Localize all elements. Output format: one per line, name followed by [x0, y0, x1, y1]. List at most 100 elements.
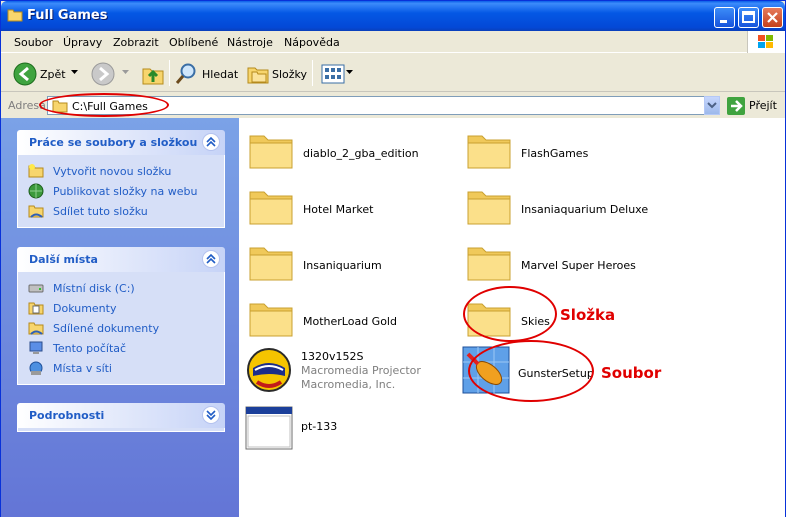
annotation-ring-file — [468, 340, 594, 402]
search-button[interactable]: Hledat — [173, 54, 239, 92]
views-icon — [321, 64, 345, 84]
menu-soubor[interactable]: Soubor — [14, 36, 53, 49]
file-name: Insaniaquarium Deluxe — [521, 203, 649, 216]
task-new-folder[interactable]: Vytvořit novou složku — [18, 161, 224, 181]
address-dropdown-button[interactable] — [704, 96, 720, 115]
task-publish-web[interactable]: Publikovat složky na webu — [18, 181, 224, 201]
place-documents[interactable]: Dokumenty — [18, 298, 224, 318]
folder-item[interactable]: Insaniaquarium Deluxe — [465, 182, 685, 238]
annotation-ring-address — [39, 93, 169, 117]
menu-bar: Soubor Úpravy Zobrazit Oblíbené Nástroje… — [1, 31, 785, 53]
place-network-label: Místa v síti — [53, 362, 112, 375]
task-share-folder[interactable]: Sdílet tuto složku — [18, 201, 224, 221]
folder-icon — [7, 9, 23, 22]
file-tasks-title: Práce se soubory a složkou — [29, 136, 198, 149]
back-label: Zpět — [40, 68, 66, 81]
place-my-computer[interactable]: Tento počítač — [18, 338, 224, 358]
folder-icon — [467, 247, 511, 281]
folder-icon — [467, 135, 511, 169]
folder-up-icon — [142, 68, 164, 85]
place-shared-documents[interactable]: Sdílené dokumenty — [18, 318, 224, 338]
task-new-folder-label: Vytvořit novou složku — [53, 165, 172, 178]
folder-item[interactable]: diablo_2_gba_edition — [247, 126, 467, 182]
up-folder-button[interactable] — [139, 54, 165, 92]
documents-folder-icon — [28, 302, 44, 315]
file-item[interactable]: 1320v152S Macromedia Projector Macromedi… — [245, 346, 465, 402]
folder-icon — [249, 135, 293, 169]
go-arrow-icon — [727, 97, 745, 115]
file-name: Insaniquarium — [303, 259, 382, 272]
other-places-header[interactable]: Další místa — [17, 247, 225, 272]
new-folder-icon — [28, 164, 44, 178]
folder-item[interactable]: Hotel Market — [247, 182, 467, 238]
forward-button[interactable] — [87, 54, 133, 92]
folders-label: Složky — [272, 68, 308, 81]
minimize-icon — [720, 20, 727, 23]
search-label: Hledat — [202, 68, 239, 81]
maximize-button[interactable] — [738, 7, 759, 28]
chevron-down-icon[interactable] — [122, 70, 130, 76]
task-publish-web-label: Publikovat složky na webu — [53, 185, 198, 198]
task-pane: Práce se soubory a složkou Vytvořit novo… — [1, 118, 239, 517]
annotation-folder-label: Složka — [560, 306, 616, 324]
menu-upravy[interactable]: Úpravy — [63, 36, 102, 49]
menu-napoveda[interactable]: Nápověda — [284, 36, 340, 49]
place-network[interactable]: Místa v síti — [18, 358, 224, 378]
minimize-button[interactable] — [714, 7, 735, 28]
file-item[interactable]: pt-133 — [245, 406, 465, 462]
expand-button[interactable] — [202, 406, 220, 424]
file-tasks-panel: Práce se soubory a složkou Vytvořit novo… — [17, 130, 225, 228]
folder-icon — [249, 191, 293, 225]
back-button[interactable]: Zpět — [9, 54, 84, 92]
place-local-disk[interactable]: Místní disk (C:) — [18, 278, 224, 298]
collapse-button[interactable] — [202, 133, 220, 151]
globe-icon — [28, 183, 44, 199]
collapse-button[interactable] — [202, 250, 220, 268]
forward-arrow-icon — [91, 62, 115, 86]
file-tasks-header[interactable]: Práce se soubory a složkou — [17, 130, 225, 155]
close-button[interactable] — [762, 7, 783, 28]
helmet-app-icon — [247, 348, 291, 392]
chevron-down-icon[interactable] — [71, 70, 79, 76]
file-type: Macromedia Projector — [301, 364, 421, 377]
folder-item[interactable]: Marvel Super Heroes — [465, 238, 685, 294]
details-panel: Podrobnosti — [17, 403, 225, 432]
file-name: pt-133 — [301, 420, 338, 433]
other-places-title: Další místa — [29, 253, 98, 266]
menu-zobrazit[interactable]: Zobrazit — [113, 36, 159, 49]
file-name: Marvel Super Heroes — [521, 259, 636, 272]
chevron-down-icon — [707, 102, 717, 109]
details-body — [17, 428, 225, 432]
toolbar: Zpět Hledat Složky — [1, 54, 785, 92]
hard-drive-icon — [28, 284, 44, 293]
menu-oblibene[interactable]: Oblíbené — [169, 36, 218, 49]
back-arrow-icon — [13, 62, 37, 86]
menu-nastroje[interactable]: Nástroje — [227, 36, 273, 49]
file-name: 1320v152S — [301, 350, 364, 363]
shared-folder-icon — [28, 322, 44, 335]
folder-item[interactable]: Insaniquarium — [247, 238, 467, 294]
annotation-ring-folder — [463, 286, 557, 342]
folder-item[interactable]: MotherLoad Gold — [247, 294, 467, 350]
details-header[interactable]: Podrobnosti — [17, 403, 225, 428]
go-button[interactable]: Přejít — [725, 96, 785, 115]
views-button[interactable] — [319, 54, 355, 92]
folders-icon — [247, 67, 269, 84]
title-bar[interactable]: Full Games — [1, 1, 785, 31]
file-name: diablo_2_gba_edition — [303, 147, 419, 160]
window-title: Full Games — [27, 8, 108, 23]
windows-flag-icon — [758, 35, 773, 48]
file-list: diablo_2_gba_edition FlashGames Hotel Ma… — [239, 118, 785, 517]
folders-button[interactable]: Složky — [244, 54, 308, 92]
file-name: Hotel Market — [303, 203, 374, 216]
file-name: MotherLoad Gold — [303, 315, 397, 328]
file-name: FlashGames — [521, 147, 589, 160]
chevron-up-icon — [206, 253, 216, 264]
file-tasks-list: Vytvořit novou složku Publikovat složky … — [17, 155, 225, 228]
chevron-down-icon[interactable] — [346, 70, 354, 76]
application-window-icon — [245, 406, 293, 450]
file-company: Macromedia, Inc. — [301, 378, 396, 391]
folder-item[interactable]: FlashGames — [465, 126, 685, 182]
folder-icon — [249, 303, 293, 337]
details-title: Podrobnosti — [29, 409, 105, 422]
